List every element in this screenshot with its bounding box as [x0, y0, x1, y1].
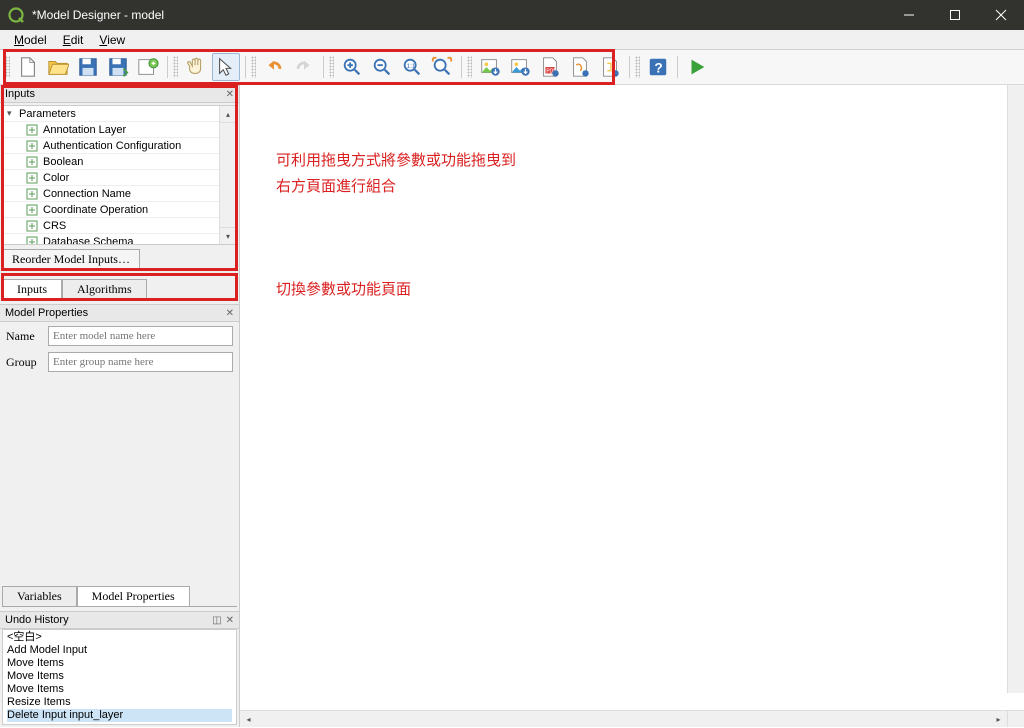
export-image-button[interactable] — [476, 53, 504, 81]
reorder-inputs-button[interactable]: Reorder Model Inputs… — [2, 249, 140, 269]
svg-text:?: ? — [654, 61, 662, 76]
undo-item[interactable]: Move Items — [7, 683, 232, 696]
inputs-tree[interactable]: ▾Parameters Annotation Layer Authenticat… — [2, 105, 237, 245]
tree-item[interactable]: CRS — [3, 218, 236, 234]
window-titlebar: *Model Designer - model — [0, 0, 1024, 30]
undo-item[interactable]: <空白> — [7, 631, 232, 644]
tab-algorithms[interactable]: Algorithms — [62, 279, 147, 299]
tree-item[interactable]: Connection Name — [3, 186, 236, 202]
panel-close-icon[interactable]: ✕ — [226, 615, 234, 626]
toolbar-grip — [467, 56, 472, 78]
save-as-button[interactable] — [104, 53, 132, 81]
model-group-input[interactable] — [48, 352, 233, 372]
save-model-button[interactable] — [74, 53, 102, 81]
undo-item[interactable]: Add Model Input — [7, 644, 232, 657]
tree-item[interactable]: Coordinate Operation — [3, 202, 236, 218]
toolbar-grip — [173, 56, 178, 78]
tree-item[interactable]: Annotation Layer — [3, 122, 236, 138]
inputs-panel-header: Inputs ✕ — [0, 85, 239, 103]
toolbar: 1:1 PDF ? — [0, 50, 1024, 85]
menu-edit[interactable]: Edit — [57, 32, 90, 48]
undo-item[interactable]: Resize Items — [7, 696, 232, 709]
toolbar-grip — [251, 56, 256, 78]
export-python-button[interactable] — [596, 53, 624, 81]
menu-view[interactable]: View — [93, 32, 131, 48]
export-image-2-button[interactable] — [506, 53, 534, 81]
undo-history-list[interactable]: <空白> Add Model Input Move Items Move Ite… — [2, 629, 237, 725]
zoom-in-button[interactable] — [338, 53, 366, 81]
panel-close-icon[interactable]: ✕ — [226, 89, 234, 100]
undo-history-header: Undo History ◫✕ — [0, 611, 239, 629]
tree-group-parameters[interactable]: ▾Parameters — [3, 106, 236, 122]
maximize-button[interactable] — [932, 0, 978, 30]
canvas-horizontal-scrollbar[interactable]: ◂▸ — [240, 710, 1024, 727]
toolbar-grip — [635, 56, 640, 78]
tree-item[interactable]: Boolean — [3, 154, 236, 170]
minimize-button[interactable] — [886, 0, 932, 30]
menubar: Model Edit View — [0, 30, 1024, 50]
tree-item[interactable]: Authentication Configuration — [3, 138, 236, 154]
canvas-vertical-scrollbar[interactable] — [1007, 85, 1024, 693]
zoom-out-button[interactable] — [368, 53, 396, 81]
select-tool-button[interactable] — [212, 53, 240, 81]
new-model-button[interactable] — [14, 53, 42, 81]
zoom-actual-button[interactable]: 1:1 — [398, 53, 426, 81]
open-model-button[interactable] — [44, 53, 72, 81]
zoom-full-button[interactable] — [428, 53, 456, 81]
app-icon — [8, 7, 24, 23]
tab-model-properties[interactable]: Model Properties — [77, 586, 190, 606]
name-label: Name — [6, 329, 48, 344]
model-properties-header: Model Properties ✕ — [0, 304, 239, 322]
menu-model[interactable]: Model — [8, 32, 53, 48]
tree-item[interactable]: Database Schema — [3, 234, 236, 245]
undo-item[interactable]: Delete Input input_layer — [7, 709, 232, 722]
model-name-input[interactable] — [48, 326, 233, 346]
group-label: Group — [6, 355, 48, 370]
tab-variables[interactable]: Variables — [2, 586, 77, 606]
undo-button[interactable] — [260, 53, 288, 81]
toolbar-grip — [329, 56, 334, 78]
window-title: *Model Designer - model — [32, 8, 886, 22]
svg-text:1:1: 1:1 — [407, 63, 416, 70]
tree-scrollbar[interactable]: ▴▾ — [219, 106, 236, 244]
pan-tool-button[interactable] — [182, 53, 210, 81]
annotation-tab-hint: 切換參數或功能頁面 — [276, 277, 411, 303]
redo-button[interactable] — [290, 53, 318, 81]
toolbar-grip — [5, 56, 10, 78]
undo-item[interactable]: Move Items — [7, 670, 232, 683]
close-button[interactable] — [978, 0, 1024, 30]
export-pdf-button[interactable]: PDF — [536, 53, 564, 81]
tab-inputs[interactable]: Inputs — [2, 279, 62, 299]
panel-close-icon[interactable]: ✕ — [226, 308, 234, 319]
help-button[interactable]: ? — [644, 53, 672, 81]
save-project-button[interactable] — [134, 53, 162, 81]
panel-dock-icon[interactable]: ◫ — [212, 615, 221, 626]
tree-item[interactable]: Color — [3, 170, 236, 186]
run-model-button[interactable] — [683, 53, 711, 81]
annotation-drag-hint: 可利用拖曳方式將參數或功能拖曳到 右方頁面進行組合 — [276, 148, 516, 199]
undo-item[interactable]: Move Items — [7, 657, 232, 670]
export-svg-button[interactable] — [566, 53, 594, 81]
model-canvas[interactable]: 可利用拖曳方式將參數或功能拖曳到 右方頁面進行組合 切換參數或功能頁面 ◂▸ — [240, 85, 1024, 727]
